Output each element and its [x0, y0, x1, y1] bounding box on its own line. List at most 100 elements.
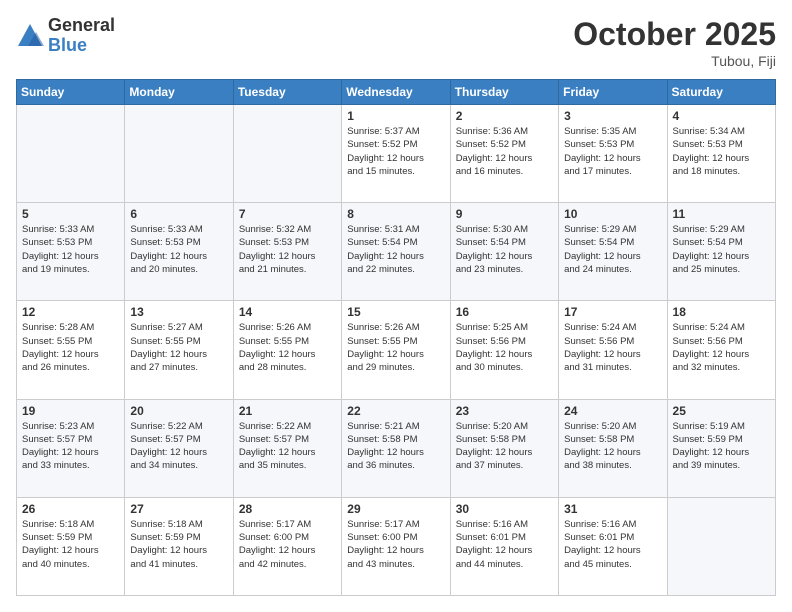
day-info: Sunrise: 5:16 AM Sunset: 6:01 PM Dayligh… [564, 518, 661, 571]
day-info: Sunrise: 5:16 AM Sunset: 6:01 PM Dayligh… [456, 518, 553, 571]
calendar-cell [233, 105, 341, 203]
day-number: 8 [347, 207, 444, 221]
calendar-cell: 29Sunrise: 5:17 AM Sunset: 6:00 PM Dayli… [342, 497, 450, 595]
day-number: 20 [130, 404, 227, 418]
day-number: 9 [456, 207, 553, 221]
day-info: Sunrise: 5:18 AM Sunset: 5:59 PM Dayligh… [22, 518, 119, 571]
day-number: 21 [239, 404, 336, 418]
day-info: Sunrise: 5:20 AM Sunset: 5:58 PM Dayligh… [564, 420, 661, 473]
day-number: 29 [347, 502, 444, 516]
day-number: 14 [239, 305, 336, 319]
day-number: 23 [456, 404, 553, 418]
day-number: 13 [130, 305, 227, 319]
calendar-cell: 24Sunrise: 5:20 AM Sunset: 5:58 PM Dayli… [559, 399, 667, 497]
day-info: Sunrise: 5:17 AM Sunset: 6:00 PM Dayligh… [239, 518, 336, 571]
day-info: Sunrise: 5:22 AM Sunset: 5:57 PM Dayligh… [239, 420, 336, 473]
logo-icon [16, 22, 44, 50]
day-info: Sunrise: 5:20 AM Sunset: 5:58 PM Dayligh… [456, 420, 553, 473]
weekday-header: Wednesday [342, 80, 450, 105]
day-info: Sunrise: 5:22 AM Sunset: 5:57 PM Dayligh… [130, 420, 227, 473]
day-number: 4 [673, 109, 770, 123]
day-info: Sunrise: 5:28 AM Sunset: 5:55 PM Dayligh… [22, 321, 119, 374]
calendar-week-row: 1 Sunrise: 5:37 AM Sunset: 5:52 PM Daylig… [17, 105, 776, 203]
day-info: Sunrise: 5:29 AM Sunset: 5:54 PM Dayligh… [564, 223, 661, 276]
calendar-cell: 13 Sunrise: 5:27 AM Sunset: 5:55 PM Dayli… [125, 301, 233, 399]
day-info: Sunrise: 5:32 AM Sunset: 5:53 PM Dayligh… [239, 223, 336, 276]
calendar-table: SundayMondayTuesdayWednesdayThursdayFrid… [16, 79, 776, 596]
day-number: 16 [456, 305, 553, 319]
day-info: Sunrise: 5:25 AM Sunset: 5:56 PM Dayligh… [456, 321, 553, 374]
day-number: 5 [22, 207, 119, 221]
weekday-header: Sunday [17, 80, 125, 105]
day-info: Sunrise: 5:26 AM Sunset: 5:55 PM Dayligh… [347, 321, 444, 374]
day-number: 2 [456, 109, 553, 123]
day-info: Sunrise: 5:24 AM Sunset: 5:56 PM Dayligh… [564, 321, 661, 374]
calendar-cell: 8 Sunrise: 5:31 AM Sunset: 5:54 PM Daylig… [342, 203, 450, 301]
day-info: Sunrise: 5:34 AM Sunset: 5:53 PM Dayligh… [673, 125, 770, 178]
calendar-week-row: 26 Sunrise: 5:18 AM Sunset: 5:59 PM Dayli… [17, 497, 776, 595]
calendar-cell: 16 Sunrise: 5:25 AM Sunset: 5:56 PM Dayli… [450, 301, 558, 399]
day-number: 1 [347, 109, 444, 123]
day-info: Sunrise: 5:33 AM Sunset: 5:53 PM Dayligh… [22, 223, 119, 276]
calendar-cell: 1 Sunrise: 5:37 AM Sunset: 5:52 PM Daylig… [342, 105, 450, 203]
day-info: Sunrise: 5:19 AM Sunset: 5:59 PM Dayligh… [673, 420, 770, 473]
weekday-header: Saturday [667, 80, 775, 105]
weekday-header-row: SundayMondayTuesdayWednesdayThursdayFrid… [17, 80, 776, 105]
calendar-cell: 19 Sunrise: 5:23 AM Sunset: 5:57 PM Dayli… [17, 399, 125, 497]
calendar-cell: 26 Sunrise: 5:18 AM Sunset: 5:59 PM Dayli… [17, 497, 125, 595]
calendar-cell: 28 Sunrise: 5:17 AM Sunset: 6:00 PM Dayli… [233, 497, 341, 595]
calendar-cell [17, 105, 125, 203]
calendar-cell: 14 Sunrise: 5:26 AM Sunset: 5:55 PM Dayli… [233, 301, 341, 399]
day-number: 27 [130, 502, 227, 516]
day-number: 6 [130, 207, 227, 221]
calendar-cell: 9 Sunrise: 5:30 AM Sunset: 5:54 PM Daylig… [450, 203, 558, 301]
day-info: Sunrise: 5:27 AM Sunset: 5:55 PM Dayligh… [130, 321, 227, 374]
day-number: 19 [22, 404, 119, 418]
weekday-header: Friday [559, 80, 667, 105]
calendar-cell: 31Sunrise: 5:16 AM Sunset: 6:01 PM Dayli… [559, 497, 667, 595]
calendar-cell: 6 Sunrise: 5:33 AM Sunset: 5:53 PM Daylig… [125, 203, 233, 301]
day-number: 26 [22, 502, 119, 516]
calendar-cell [125, 105, 233, 203]
day-number: 3 [564, 109, 661, 123]
calendar-cell: 17 Sunrise: 5:24 AM Sunset: 5:56 PM Dayli… [559, 301, 667, 399]
calendar-cell: 21 Sunrise: 5:22 AM Sunset: 5:57 PM Dayli… [233, 399, 341, 497]
day-number: 7 [239, 207, 336, 221]
logo-blue: Blue [48, 36, 115, 56]
day-number: 22 [347, 404, 444, 418]
calendar-cell: 11Sunrise: 5:29 AM Sunset: 5:54 PM Dayli… [667, 203, 775, 301]
weekday-header: Monday [125, 80, 233, 105]
calendar-cell: 23 Sunrise: 5:20 AM Sunset: 5:58 PM Dayli… [450, 399, 558, 497]
day-info: Sunrise: 5:26 AM Sunset: 5:55 PM Dayligh… [239, 321, 336, 374]
day-info: Sunrise: 5:23 AM Sunset: 5:57 PM Dayligh… [22, 420, 119, 473]
calendar-cell: 3 Sunrise: 5:35 AM Sunset: 5:53 PM Daylig… [559, 105, 667, 203]
calendar-cell: 18Sunrise: 5:24 AM Sunset: 5:56 PM Dayli… [667, 301, 775, 399]
page: General Blue October 2025 Tubou, Fiji Su… [0, 0, 792, 612]
day-info: Sunrise: 5:30 AM Sunset: 5:54 PM Dayligh… [456, 223, 553, 276]
calendar-cell: 2 Sunrise: 5:36 AM Sunset: 5:52 PM Daylig… [450, 105, 558, 203]
logo: General Blue [16, 16, 115, 56]
day-info: Sunrise: 5:31 AM Sunset: 5:54 PM Dayligh… [347, 223, 444, 276]
title-block: October 2025 Tubou, Fiji [573, 16, 776, 69]
logo-general: General [48, 16, 115, 36]
calendar-cell: 15 Sunrise: 5:26 AM Sunset: 5:55 PM Dayli… [342, 301, 450, 399]
day-info: Sunrise: 5:18 AM Sunset: 5:59 PM Dayligh… [130, 518, 227, 571]
day-info: Sunrise: 5:36 AM Sunset: 5:52 PM Dayligh… [456, 125, 553, 178]
day-info: Sunrise: 5:21 AM Sunset: 5:58 PM Dayligh… [347, 420, 444, 473]
month-title: October 2025 [573, 16, 776, 53]
calendar-week-row: 5 Sunrise: 5:33 AM Sunset: 5:53 PM Daylig… [17, 203, 776, 301]
weekday-header: Tuesday [233, 80, 341, 105]
day-info: Sunrise: 5:29 AM Sunset: 5:54 PM Dayligh… [673, 223, 770, 276]
day-info: Sunrise: 5:33 AM Sunset: 5:53 PM Dayligh… [130, 223, 227, 276]
day-info: Sunrise: 5:24 AM Sunset: 5:56 PM Dayligh… [673, 321, 770, 374]
day-number: 17 [564, 305, 661, 319]
day-number: 28 [239, 502, 336, 516]
calendar-cell: 20 Sunrise: 5:22 AM Sunset: 5:57 PM Dayli… [125, 399, 233, 497]
day-info: Sunrise: 5:35 AM Sunset: 5:53 PM Dayligh… [564, 125, 661, 178]
calendar-cell: 10Sunrise: 5:29 AM Sunset: 5:54 PM Dayli… [559, 203, 667, 301]
day-info: Sunrise: 5:37 AM Sunset: 5:52 PM Dayligh… [347, 125, 444, 178]
calendar-week-row: 19 Sunrise: 5:23 AM Sunset: 5:57 PM Dayli… [17, 399, 776, 497]
day-number: 15 [347, 305, 444, 319]
calendar-cell: 7 Sunrise: 5:32 AM Sunset: 5:53 PM Daylig… [233, 203, 341, 301]
calendar-cell [667, 497, 775, 595]
